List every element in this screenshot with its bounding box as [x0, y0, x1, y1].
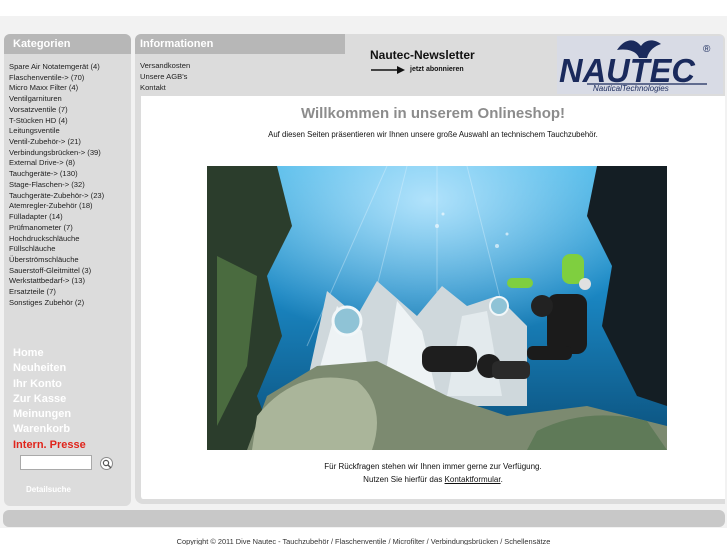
newsletter-subscribe-link[interactable]: jetzt abonnieren	[410, 66, 464, 73]
category-item[interactable]: Hochdruckschläuche	[9, 234, 131, 245]
category-item[interactable]: Atemregler-Zubehör (18)	[9, 201, 131, 212]
nav-home[interactable]: Home	[13, 346, 86, 361]
category-item[interactable]: Ventilgarnituren	[9, 94, 131, 105]
category-item[interactable]: Werkstattbedarf-> (13)	[9, 276, 131, 287]
magnifier-icon	[102, 459, 112, 469]
category-item[interactable]: Tauchgeräte-Zubehör-> (23)	[9, 191, 131, 202]
bottom-bar	[3, 510, 725, 527]
main-nav: Home Neuheiten Ihr Konto Zur Kasse Meinu…	[13, 346, 86, 453]
category-item[interactable]: Spare Air Notatemgerät (4)	[9, 62, 131, 73]
category-item[interactable]: Sauerstoff-Gleitmittel (3)	[9, 266, 131, 277]
nav-new-products[interactable]: Neuheiten	[13, 361, 86, 376]
category-item[interactable]: Prüfmanometer (7)	[9, 223, 131, 234]
category-item[interactable]: Stage-Flaschen-> (32)	[9, 180, 131, 191]
logo-graphic: NAUTEC NauticalTechnologies ®	[557, 36, 723, 94]
category-item[interactable]: External Drive-> (8)	[9, 158, 131, 169]
arrow-right-icon	[371, 66, 405, 74]
category-item[interactable]: T-Stücken HD (4)	[9, 116, 131, 127]
contact-form-note-text: Nutzen Sie hierfür das	[363, 475, 445, 484]
category-item[interactable]: Füllschläuche	[9, 244, 131, 255]
sidebar-title: Kategorien	[4, 34, 131, 54]
info-link-shipping[interactable]: Versandkosten	[140, 61, 190, 72]
category-item[interactable]: Vorsatzventile (7)	[9, 105, 131, 116]
category-list: Spare Air Notatemgerät (4) Flaschenventi…	[4, 54, 131, 309]
main-content: Willkommen in unserem Onlineshop! Auf di…	[135, 96, 725, 504]
contact-form-note: Nutzen Sie hierfür das Kontaktformular.	[141, 475, 725, 484]
nav-account[interactable]: Ihr Konto	[13, 377, 86, 392]
sidebar: Kategorien Spare Air Notatemgerät (4) Fl…	[4, 34, 131, 506]
category-item[interactable]: Sonstiges Zubehör (2)	[9, 298, 131, 309]
contact-form-link[interactable]: Kontaktformular	[445, 475, 501, 484]
underwater-scene	[207, 166, 667, 450]
category-item[interactable]: Verbindungsbrücken-> (39)	[9, 148, 131, 159]
category-item[interactable]: Fülladapter (14)	[9, 212, 131, 223]
info-link-contact[interactable]: Kontakt	[140, 83, 190, 94]
info-link-terms[interactable]: Unsere AGB's	[140, 72, 190, 83]
category-item[interactable]: Micro Maxx Filter (4)	[9, 83, 131, 94]
category-item[interactable]: Überströmschläuche	[9, 255, 131, 266]
intro-text: Auf diesen Seiten präsentieren wir Ihnen…	[268, 130, 598, 139]
welcome-heading: Willkommen in unserem Onlineshop!	[300, 105, 566, 122]
category-item[interactable]: Leitungsventile	[9, 126, 131, 137]
contact-note: Für Rückfragen stehen wir Ihnen immer ge…	[324, 462, 542, 471]
category-item[interactable]: Flaschenventile-> (70)	[9, 73, 131, 84]
nautec-logo[interactable]: NAUTEC NauticalTechnologies ®	[557, 36, 723, 94]
footer-copyright: Copyright © 2011 Dive Nautec - Tauchzube…	[176, 537, 551, 545]
top-strip	[0, 0, 727, 16]
nav-reviews[interactable]: Meinungen	[13, 407, 86, 422]
advanced-search-link[interactable]: Detailsuche	[26, 485, 71, 494]
category-item[interactable]: Tauchgeräte-> (130)	[9, 169, 131, 180]
nav-intern-press[interactable]: Intern. Presse	[13, 438, 86, 453]
newsletter-title[interactable]: Nautec-Newsletter	[370, 48, 475, 62]
info-title: Informationen	[135, 34, 345, 54]
search-button[interactable]	[100, 457, 113, 470]
svg-text:®: ®	[703, 44, 711, 55]
info-panel: Informationen Versandkosten Unsere AGB's…	[135, 34, 725, 96]
hero-image-underwater-divers	[207, 166, 667, 450]
svg-text:NauticalTechnologies: NauticalTechnologies	[593, 84, 669, 93]
contact-form-note-end: .	[500, 475, 503, 484]
nav-checkout[interactable]: Zur Kasse	[13, 392, 86, 407]
search-input[interactable]	[20, 455, 92, 470]
category-item[interactable]: Ersatzteile (7)	[9, 287, 131, 298]
info-links: Versandkosten Unsere AGB's Kontakt	[140, 61, 190, 93]
category-item[interactable]: Ventil-Zubehör-> (21)	[9, 137, 131, 148]
nav-cart[interactable]: Warenkorb	[13, 422, 86, 437]
